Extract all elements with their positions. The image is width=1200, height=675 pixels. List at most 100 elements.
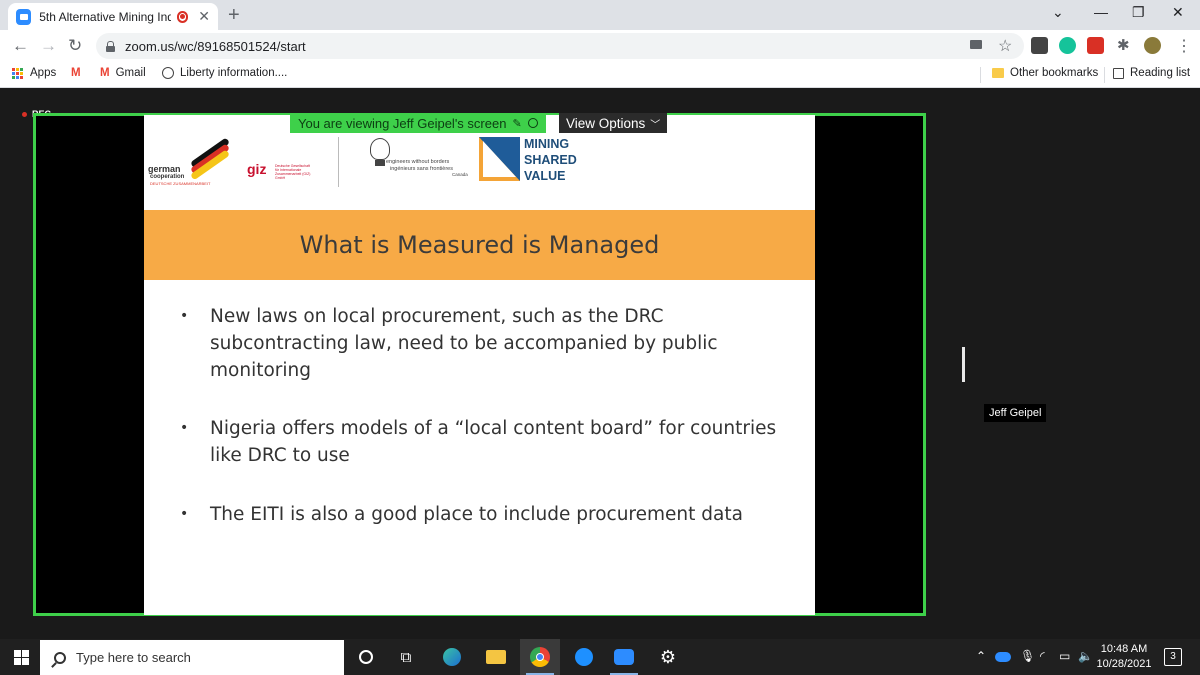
bookmark-liberty-label: Liberty information.... [180,67,288,79]
zoom-meeting-view: REC You are viewing Jeff Geipel's screen… [0,89,1200,639]
bullet-text: The EITI is also a good place to include… [210,504,743,525]
notifications-icon[interactable]: 3 [1164,648,1182,666]
reading-list[interactable]: Reading list [1113,67,1190,79]
sharing-status-icon [527,118,538,128]
bookmark-apps-label: Apps [30,67,57,79]
lock-icon [106,40,115,52]
bullet-dot-icon: • [180,420,189,436]
tray-chevron-up-icon[interactable]: ⌃ [976,649,986,663]
task-view-icon[interactable]: ⧉ [386,639,426,675]
mining-shared-value-logo: MINING SHARED VALUE [524,136,577,184]
logo-value-text: VALUE [524,169,566,183]
onedrive-icon[interactable] [995,652,1011,662]
grammarly-icon[interactable] [1059,37,1076,54]
url-text: zoom.us/wc/89168501524/start [125,38,306,54]
camera-blocked-icon[interactable] [970,40,982,49]
bullet-dot-icon: • [180,308,189,324]
bookmark-gmail-m[interactable]: M [71,67,87,79]
browser-tab-strip: 5th Alternative Mining Indab ✕ + ⌄ — ❐ ✕ [0,0,1200,30]
apps-grid-icon [12,67,23,79]
bookmark-gmail-label: Gmail [115,67,146,79]
ewb-english-text: engineers without borders [386,159,450,165]
lightbulb-icon [370,138,390,160]
extensions-puzzle-icon[interactable]: ✱ [1117,36,1130,54]
windows-start-icon[interactable] [14,650,29,665]
chrome-icon[interactable] [520,639,560,675]
extension-icon[interactable] [1031,37,1048,54]
lightbulb-base [375,160,385,166]
bullet-text: New laws on local procurement, such as t… [210,306,718,381]
slide-bullet: • The EITI is also a good place to inclu… [180,501,780,528]
logo-mining-text: MINING [524,137,570,151]
speaker-name-label: Jeff Geipel [984,404,1047,422]
bookmark-gmail[interactable]: M Gmail [100,67,146,79]
bookmarks-bar: Apps M M Gmail Liberty information.... O… [0,62,1200,88]
bookmark-star-icon[interactable]: ☆ [998,36,1012,56]
file-explorer-icon[interactable] [476,639,516,675]
gmail-icon: M [100,67,110,79]
close-window-button[interactable]: ✕ [1172,4,1184,21]
taskbar-clock[interactable]: 10:48 AM 10/28/2021 [1096,642,1152,672]
cortana-icon[interactable] [346,639,386,675]
rec-dot-icon [22,111,27,117]
logo-shared-text: SHARED [524,153,577,167]
minimize-button[interactable]: — [1094,4,1108,20]
taskbar-search-input[interactable]: Type here to search [40,640,344,675]
view-options-button[interactable]: View Options ﹀ [559,113,668,133]
logo-german-text: german [148,164,181,174]
bookmark-apps[interactable]: Apps [12,67,56,79]
logo-cooperation-text: cooperation [150,174,185,180]
panel-resize-handle[interactable] [962,347,965,382]
reload-icon[interactable]: ↻ [68,36,82,56]
logo-deutsche-text: DEUTSCHE ZUSAMMENARBEIT [150,181,211,186]
mining-shared-value-logo-icon [479,137,520,181]
annotate-icon[interactable]: ✎ [512,117,521,130]
chevron-down-icon: ﹀ [650,119,661,131]
browser-menu-icon[interactable]: ⋮ [1176,36,1192,56]
tab-close-icon[interactable]: ✕ [198,8,210,25]
search-icon [54,651,66,664]
ewb-french-text: ingénieurs sans frontières [390,166,453,172]
wifi-icon[interactable]: ◜ [1040,649,1045,663]
logo-divider [338,137,339,187]
security-app-icon[interactable] [564,639,604,675]
bookmark-separator [1104,67,1105,83]
german-flag-icon [189,137,231,181]
view-options-label: View Options [566,115,646,131]
gmail-icon: M [71,67,81,79]
presentation-slide: german cooperation DEUTSCHE ZUSAMMENARBE… [144,115,815,615]
bullet-text: Nigeria offers models of a “local conten… [210,418,777,466]
forward-icon[interactable]: → [40,36,57,56]
recording-indicator-icon [176,10,189,23]
battery-icon[interactable]: ▭ [1059,649,1070,663]
globe-icon [162,67,174,79]
viewing-banner: You are viewing Jeff Geipel's screen ✎ [290,113,546,133]
bookmark-other-label: Other bookmarks [1010,67,1099,79]
reading-list-icon [1113,67,1124,79]
back-icon[interactable]: ← [12,36,29,56]
volume-icon[interactable]: 🔈 [1078,649,1093,663]
slide-title: What is Measured is Managed [299,231,660,259]
tab-search-icon[interactable]: ⌄ [1052,4,1064,21]
ewb-canada-text: Canada [452,172,468,177]
windows-taskbar: Type here to search ⧉ ⚙ ⌃ 🎙 ◜ ▭ 🔈 10:48 … [0,639,1200,675]
restore-button[interactable]: ❐ [1132,4,1145,21]
extension-red-icon[interactable] [1087,37,1104,54]
address-bar[interactable]: zoom.us/wc/89168501524/start [96,33,1024,59]
giz-logo: giz [247,161,267,177]
settings-gear-icon[interactable]: ⚙ [648,639,688,675]
slide-bullet: • Nigeria offers models of a “local cont… [180,415,780,469]
tab-title: 5th Alternative Mining Indab [39,9,170,24]
folder-icon [992,68,1004,78]
zoom-app-icon[interactable] [604,639,644,675]
edge-icon[interactable] [432,639,472,675]
browser-toolbar: ← → ↻ zoom.us/wc/89168501524/start ☆ ✱ ⋮ [0,30,1200,62]
new-tab-button[interactable]: + [228,4,240,27]
viewing-banner-text: You are viewing Jeff Geipel's screen [298,115,507,131]
bookmark-liberty[interactable]: Liberty information.... [162,67,287,79]
slide-title-band: What is Measured is Managed [144,210,815,280]
profile-avatar[interactable] [1144,37,1161,54]
browser-tab[interactable]: 5th Alternative Mining Indab ✕ [8,3,218,30]
bookmark-other[interactable]: Other bookmarks [992,67,1098,79]
microphone-icon[interactable]: 🎙 [1020,649,1035,663]
